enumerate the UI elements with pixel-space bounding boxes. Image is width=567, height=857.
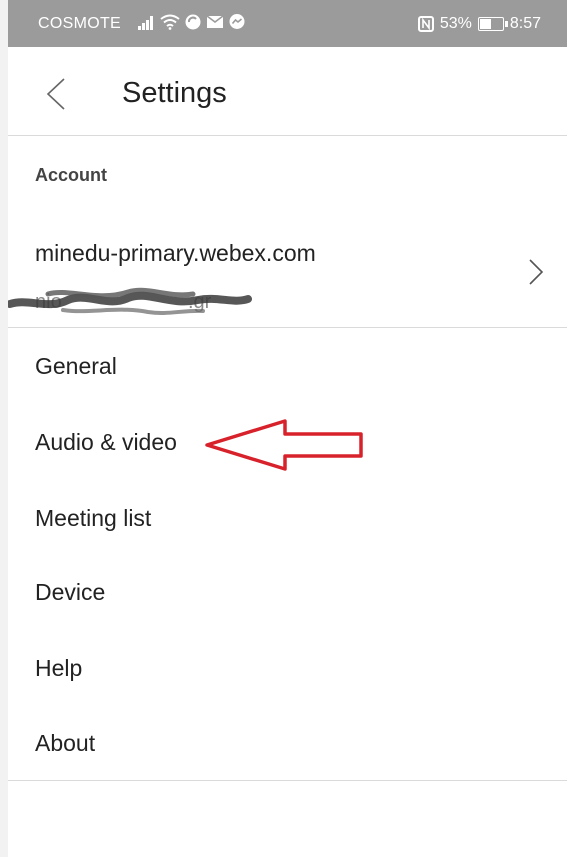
menu-item-general[interactable]: General	[8, 337, 567, 397]
chevron-left-icon[interactable]	[44, 77, 68, 111]
divider	[8, 780, 567, 781]
mail-icon	[206, 15, 224, 28]
menu-item-about[interactable]: About	[8, 714, 567, 774]
section-label-account: Account	[35, 165, 107, 185]
clock: 8:57	[509, 15, 541, 32]
menu-item-label: Audio & video	[35, 429, 177, 455]
menu-item-label: Help	[35, 655, 83, 681]
messenger-icon	[229, 14, 245, 29]
redacted-email: nio .gr	[8, 287, 252, 315]
signal-icon	[138, 14, 156, 30]
menu-item-device[interactable]: Device	[8, 563, 567, 623]
menu-item-label: Meeting list	[35, 505, 152, 531]
menu-item-label: Device	[35, 579, 106, 605]
sync-icon	[185, 14, 201, 30]
status-icons	[138, 13, 246, 31]
account-server: minedu-primary.webex.com	[35, 240, 316, 266]
carrier-name: COSMOTE	[38, 15, 121, 32]
menu-item-label: About	[35, 730, 96, 756]
battery-percent: 53%	[439, 15, 472, 32]
settings-screen: COSMOTE 53% 8:57 Settings Account minedu…	[8, 0, 567, 857]
page-title: Settings	[122, 77, 227, 109]
status-right: 53% 8:57	[417, 15, 541, 33]
battery-icon	[477, 17, 508, 31]
menu-item-help[interactable]: Help	[8, 639, 567, 699]
wifi-icon	[160, 14, 180, 30]
menu-item-meeting-list[interactable]: Meeting list	[8, 489, 567, 549]
chevron-right-icon	[529, 259, 544, 285]
status-bar: COSMOTE 53% 8:57	[8, 0, 567, 47]
nfc-icon	[417, 16, 434, 32]
annotation-arrow-icon	[205, 419, 363, 471]
app-header: Settings	[8, 47, 567, 136]
menu-item-label: General	[35, 353, 117, 379]
account-row[interactable]: minedu-primary.webex.com nio .gr	[8, 220, 567, 328]
